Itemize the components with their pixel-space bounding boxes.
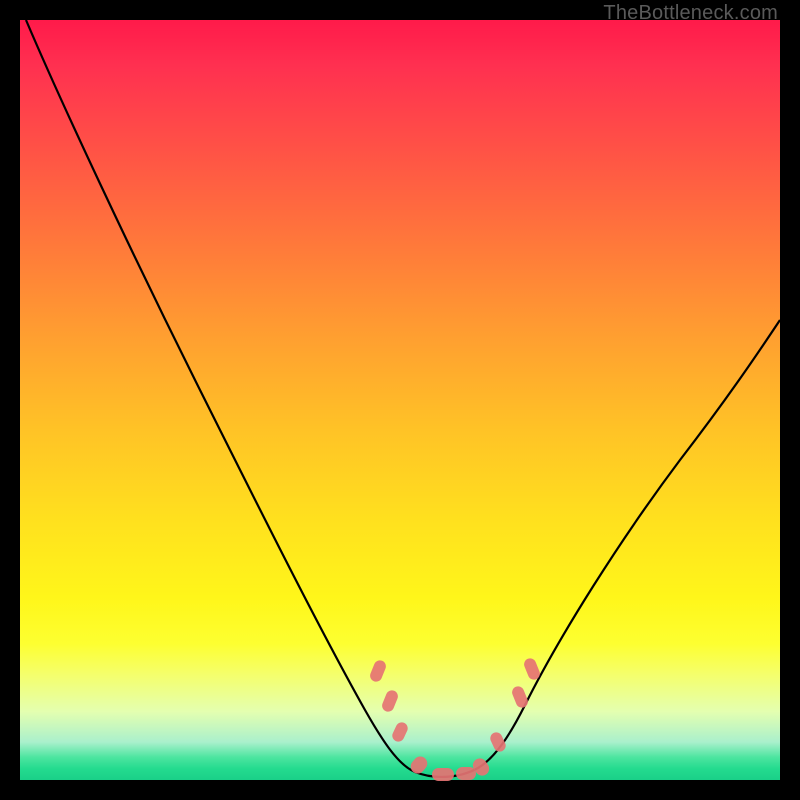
marker (510, 685, 529, 710)
watermark-text: TheBottleneck.com (603, 2, 778, 25)
marker (456, 767, 476, 780)
marker (408, 754, 430, 777)
bottleneck-curve (26, 20, 780, 777)
marker (390, 720, 409, 743)
chart-frame: TheBottleneck.com (0, 0, 800, 800)
marker (432, 768, 454, 781)
curve-layer (20, 20, 780, 780)
marker (368, 659, 387, 684)
markers-group (368, 657, 541, 781)
marker (380, 689, 399, 714)
